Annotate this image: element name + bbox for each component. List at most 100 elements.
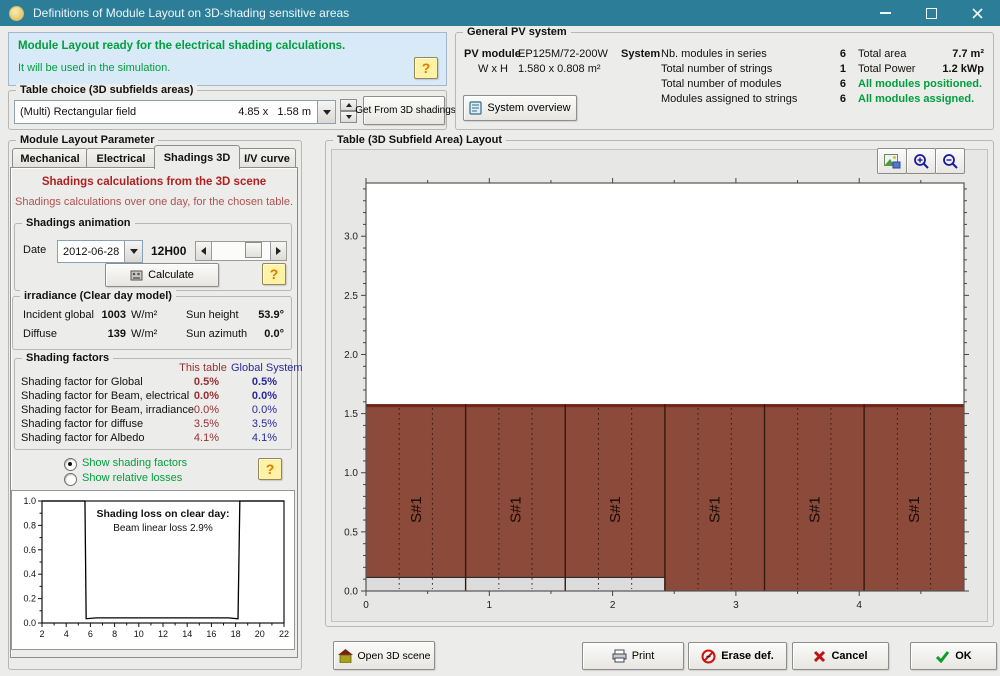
sf-row-label: Shading factor for Beam, irradiance	[21, 404, 194, 416]
svg-text:0.6: 0.6	[23, 545, 36, 555]
table-choice-size: 4.85 x 1.58 m	[238, 106, 317, 118]
irradiance-row-label: Diffuse	[23, 328, 57, 340]
shadings-animation-legend: Shadings animation	[22, 217, 135, 229]
app-icon	[9, 6, 24, 21]
irradiance-row-value: 139	[93, 328, 126, 340]
slider-left-button[interactable]	[196, 242, 212, 260]
system-row-value: 6	[826, 48, 846, 60]
svg-text:4: 4	[64, 629, 69, 639]
erase-def-button[interactable]: Erase def.	[688, 642, 787, 670]
minimize-button[interactable]	[862, 0, 908, 26]
table-choice-dropdown[interactable]: (Multi) Rectangular field 4.85 x 1.58 m	[14, 100, 336, 124]
tab-shadings-3d[interactable]: Shadings 3D	[154, 145, 240, 169]
svg-text:0: 0	[363, 600, 369, 611]
animation-help-button[interactable]: ?	[262, 263, 286, 285]
col-this-table: This table	[173, 362, 233, 374]
sun-height-label: Sun height	[186, 309, 239, 321]
print-button[interactable]: Print	[582, 642, 684, 670]
shading-loss-chart-svg: 2468101214161820220.00.20.40.60.81.0Shad…	[12, 491, 292, 647]
table-choice-value: (Multi) Rectangular field	[15, 106, 238, 118]
show-shading-factors-radio[interactable]	[64, 458, 77, 471]
system-row-label: Nb. modules in series	[661, 48, 767, 60]
date-label: Date	[23, 244, 46, 256]
cancel-button[interactable]: Cancel	[792, 642, 889, 670]
svg-text:1.0: 1.0	[23, 496, 36, 506]
shading-factors-legend: Shading factors	[22, 352, 113, 364]
open-3d-scene-button[interactable]: Open 3D scene	[333, 641, 435, 670]
svg-text:2.5: 2.5	[344, 291, 358, 302]
sun-height-value: 53.9°	[248, 309, 284, 321]
svg-text:10: 10	[134, 629, 144, 639]
svg-text:S#1: S#1	[806, 496, 823, 523]
date-dropdown[interactable]: 2012-06-28	[57, 240, 143, 263]
system-overview-button[interactable]: System overview	[463, 95, 577, 121]
total-area-label: Total area	[858, 48, 906, 60]
svg-text:1: 1	[487, 600, 493, 611]
sf-this: 0.0%	[185, 390, 219, 402]
shading-loss-chart: 2468101214161820220.00.20.40.60.81.0Shad…	[11, 490, 295, 650]
close-button[interactable]	[954, 0, 1000, 26]
irradiance-row-label: Incident global	[23, 309, 94, 321]
pv-module-label: PV module	[464, 48, 521, 60]
cancel-x-icon	[813, 650, 826, 663]
clipboard-icon	[469, 101, 482, 115]
svg-text:22: 22	[279, 629, 289, 639]
show-shading-factors-label: Show shading factors	[82, 457, 187, 469]
ok-button[interactable]: OK	[910, 642, 997, 670]
svg-text:S#1: S#1	[906, 496, 923, 523]
shading-factors-help-button[interactable]: ?	[258, 458, 282, 480]
table-choice-legend: Table choice (3D subfields areas)	[16, 84, 197, 96]
tab-electrical[interactable]: Electrical	[86, 148, 156, 168]
tab-iv-curve[interactable]: I/V curve	[238, 148, 296, 168]
system-row-value: 6	[826, 93, 846, 105]
svg-text:0.2: 0.2	[23, 594, 36, 604]
table-choice-dropdown-arrow[interactable]	[317, 101, 335, 123]
erase-icon	[701, 649, 716, 664]
print-label: Print	[632, 650, 655, 662]
date-dropdown-arrow[interactable]	[124, 241, 142, 262]
sf-this: 0.5%	[185, 376, 219, 388]
svg-text:3: 3	[733, 600, 739, 611]
irradiance-legend: irradiance (Clear day model)	[20, 290, 176, 302]
module-layout-chart-svg: S#1S#1S#1S#1S#1S#1012340.00.51.01.52.02.…	[334, 153, 984, 613]
sf-global: 0.0%	[243, 390, 277, 402]
tab-mechanical[interactable]: Mechanical	[12, 148, 88, 168]
sf-row-label: Shading factor for Beam, electrical	[21, 390, 189, 402]
sf-row-label: Shading factor for Albedo	[21, 432, 145, 444]
window-title: Definitions of Module Layout on 3D-shadi…	[33, 6, 349, 20]
svg-text:8: 8	[112, 629, 117, 639]
show-relative-losses-radio[interactable]	[64, 473, 77, 486]
system-overview-label: System overview	[487, 102, 570, 114]
system-row-value: 1	[826, 63, 846, 75]
banner-help-button[interactable]: ?	[414, 57, 438, 79]
svg-text:20: 20	[255, 629, 265, 639]
cancel-label: Cancel	[831, 650, 867, 662]
svg-text:16: 16	[206, 629, 216, 639]
calculate-button[interactable]: Calculate	[105, 263, 219, 287]
svg-text:Beam linear loss 2.9%: Beam linear loss 2.9%	[113, 523, 213, 534]
system-row-label: Modules assigned to strings	[661, 93, 797, 105]
svg-text:0.8: 0.8	[23, 520, 36, 530]
get-from-3d-shadings-button[interactable]: Get From 3D shadings	[363, 96, 445, 125]
ok-label: OK	[955, 650, 972, 662]
maximize-button[interactable]	[908, 0, 954, 26]
svg-text:S#1: S#1	[607, 496, 624, 523]
erase-def-label: Erase def.	[721, 650, 774, 662]
system-row-label: Total number of strings	[661, 63, 772, 75]
sf-global: 0.0%	[243, 404, 277, 416]
general-pv-legend: General PV system	[463, 26, 571, 38]
svg-text:12: 12	[158, 629, 168, 639]
slider-track[interactable]	[212, 242, 270, 260]
irradiance-row-value: 1003	[93, 309, 126, 321]
svg-text:0.5: 0.5	[344, 527, 358, 538]
slider-thumb[interactable]	[245, 242, 262, 258]
table-layout-group: Table (3D Subfield Area) Layout S#1S#1S#…	[325, 140, 994, 627]
shading-factors-group: Shading factors This table Global System…	[14, 358, 292, 450]
sf-row-label: Shading factor for diffuse	[21, 418, 143, 430]
irradiance-group: irradiance (Clear day model) Incident gl…	[12, 296, 292, 350]
close-icon	[972, 8, 983, 19]
open-3d-scene-label: Open 3D scene	[358, 650, 431, 662]
slider-right-button[interactable]	[270, 242, 286, 260]
svg-text:0.0: 0.0	[23, 618, 36, 628]
banner-line2: It will be used in the simulation.	[18, 62, 170, 74]
